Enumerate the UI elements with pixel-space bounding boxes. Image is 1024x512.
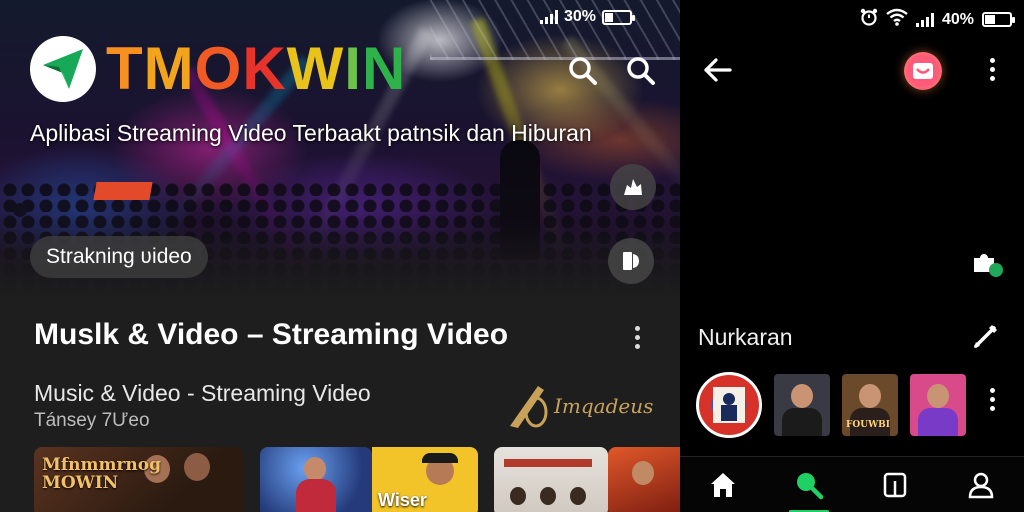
logo-mark-icon: [30, 36, 96, 102]
more-options-icon[interactable]: [627, 326, 647, 349]
search-icon[interactable]: [560, 48, 606, 94]
puzzle-icon[interactable]: [970, 246, 1004, 283]
status-bar: 30%: [539, 8, 635, 26]
library-icon[interactable]: [608, 238, 654, 284]
hero-tagline: Aplibasi Streaming Video Terbaakt patnsi…: [30, 120, 592, 146]
status-bar: 40%: [860, 8, 1015, 31]
library-icon: [883, 472, 907, 497]
thumbnail-title: Mfnmmrnog MOWIN: [42, 455, 162, 493]
settings-icon[interactable]: [610, 164, 656, 210]
battery-icon: [982, 12, 1015, 27]
profile-icon: [968, 472, 994, 498]
artist-caption: FOUWBI: [846, 420, 891, 430]
section-meta: Tánsey 7Ưeo: [34, 410, 150, 431]
thumbnail-title: Wiser: [378, 490, 427, 510]
logo-letter: N: [361, 35, 407, 102]
brand-logo-text: Imqadeus: [554, 394, 654, 418]
video-thumbnail[interactable]: [608, 447, 680, 512]
bottom-navigation: [680, 456, 1024, 512]
artist-avatar[interactable]: [774, 374, 830, 436]
streaming-video-label: Strakning ʋideo: [46, 245, 192, 268]
battery-icon: [602, 9, 635, 25]
brand-logo: Imqadeus: [508, 380, 668, 432]
more-options-icon[interactable]: [982, 58, 1002, 81]
video-thumbnail[interactable]: Mfnmmrnog MOWIN: [34, 447, 244, 512]
search-icon: [797, 472, 824, 499]
logo-letter: O: [194, 35, 243, 102]
more-options-icon[interactable]: [982, 388, 1002, 411]
section-subtitle: Music & Video - Streaming Video: [34, 380, 371, 406]
wifi-icon: [886, 8, 908, 31]
app-logo: TMOKWIN: [30, 36, 406, 102]
battery-percent: 30%: [563, 8, 596, 25]
app-name: TMOKWIN: [106, 36, 406, 102]
logo-letter: K: [242, 35, 287, 102]
logo-letter: W: [286, 35, 345, 102]
streaming-video-button[interactable]: Strakning ʋideo: [30, 236, 208, 278]
logo-letter: M: [143, 35, 195, 102]
nav-search[interactable]: [785, 463, 833, 512]
video-thumbnail[interactable]: Wiser: [372, 447, 478, 512]
channel-avatar[interactable]: [696, 372, 762, 438]
signal-icon: [539, 10, 558, 24]
video-thumbnail[interactable]: [260, 447, 372, 512]
section-label: Nurkaran: [698, 324, 793, 350]
nav-library[interactable]: [871, 463, 919, 507]
logo-letter: T: [106, 35, 144, 102]
nav-home[interactable]: [699, 463, 747, 507]
alarm-icon: [860, 8, 878, 31]
hero-banner[interactable]: 30% TMOKWIN Aplibasi Streaming Video Ter…: [0, 0, 680, 300]
artist-avatar[interactable]: [910, 374, 966, 436]
video-thumbnail[interactable]: [494, 447, 608, 512]
profile-avatar[interactable]: [904, 52, 942, 90]
artist-avatar[interactable]: FOUWBI: [842, 374, 898, 436]
edit-icon[interactable]: [972, 322, 1000, 355]
back-arrow-icon[interactable]: [702, 54, 734, 86]
search-icon[interactable]: [618, 48, 664, 94]
battery-percent: 40%: [941, 10, 974, 28]
avatar-row: FOUWBI: [696, 372, 966, 438]
banner-accent: [93, 182, 153, 200]
home-icon: [711, 472, 735, 497]
signal-icon: [915, 12, 934, 27]
secondary-panel: 40% Nurkaran FOUWBI: [680, 0, 1024, 512]
main-app-panel: 30% TMOKWIN Aplibasi Streaming Video Ter…: [0, 0, 680, 512]
section-title: Muslk & Video – Streaming Video: [34, 318, 509, 351]
logo-letter: I: [344, 35, 362, 102]
nav-profile[interactable]: [957, 463, 1005, 507]
